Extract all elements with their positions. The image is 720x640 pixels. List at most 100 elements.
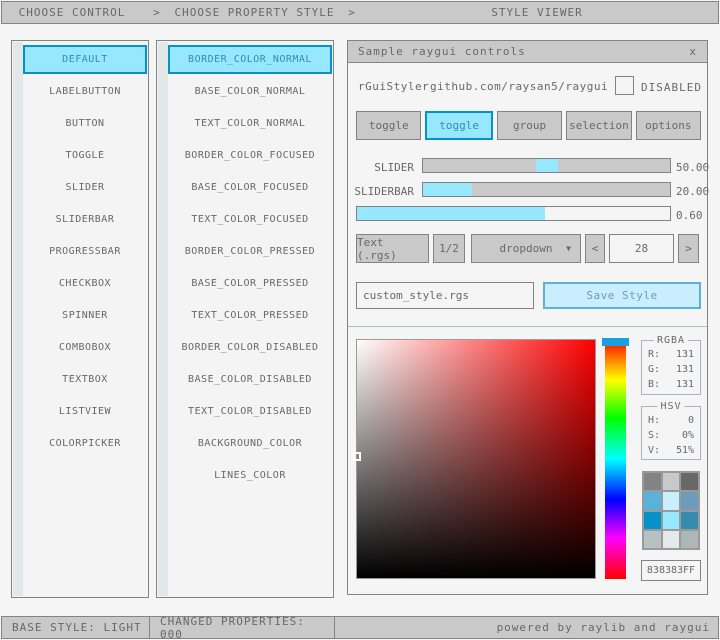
colorpicker-hue-bar[interactable]: [605, 339, 626, 579]
hsv-row-v: V: 51%: [642, 445, 700, 456]
disabled-checkbox[interactable]: [615, 76, 634, 95]
properties-list-item[interactable]: BACKGROUND_COLOR: [168, 429, 332, 458]
properties-list-item[interactable]: BORDER_COLOR_FOCUSED: [168, 141, 332, 170]
save-style-button[interactable]: Save Style: [543, 282, 701, 309]
b-label: B:: [648, 379, 660, 390]
sliderbar[interactable]: [422, 182, 671, 197]
breadcrumb-choose-property-style: CHOOSE PROPERTY STYLE: [172, 6, 337, 19]
toggle-group-item[interactable]: options: [636, 111, 701, 140]
controls-list-item[interactable]: TEXTBOX: [23, 365, 147, 394]
style-color-swatch[interactable]: [681, 512, 698, 529]
controls-list-item[interactable]: LISTVIEW: [23, 397, 147, 426]
properties-list-item[interactable]: TEXT_COLOR_PRESSED: [168, 301, 332, 330]
properties-list-item[interactable]: BASE_COLOR_PRESSED: [168, 269, 332, 298]
style-color-swatch[interactable]: [663, 512, 680, 529]
chevron-down-icon: ▼: [566, 245, 571, 253]
v-value: 51%: [676, 445, 694, 456]
toggle-group-item[interactable]: selection: [566, 111, 631, 140]
repo-link-button[interactable]: github.com/raysan5/raygui: [430, 80, 608, 93]
spinner-decrement-button[interactable]: <: [585, 234, 605, 263]
toggle-group-item[interactable]: group: [497, 111, 562, 140]
style-color-swatch[interactable]: [663, 492, 680, 509]
s-value: 0%: [682, 430, 694, 441]
style-palette-grid: [642, 471, 700, 550]
progressbar-fill: [357, 207, 545, 220]
text-rgs-button[interactable]: Text (.rgs): [356, 234, 429, 263]
properties-list-item[interactable]: TEXT_COLOR_DISABLED: [168, 397, 332, 426]
g-label: G:: [648, 364, 660, 375]
properties-list-item[interactable]: BORDER_COLOR_PRESSED: [168, 237, 332, 266]
chevron-right-icon: >: [142, 6, 172, 19]
hex-color-input[interactable]: 838383FF: [641, 560, 701, 581]
controls-list-item[interactable]: PROGRESSBAR: [23, 237, 147, 266]
dropdown-value: dropdown: [500, 242, 553, 255]
style-color-swatch[interactable]: [681, 531, 698, 548]
window-titlebar[interactable]: Sample raygui controls x: [348, 41, 707, 63]
controls-list-item[interactable]: DEFAULT: [23, 45, 147, 74]
colorpicker-cursor[interactable]: [353, 452, 361, 461]
properties-list-item[interactable]: BORDER_COLOR_NORMAL: [168, 45, 332, 74]
rgba-row-g: G: 131: [642, 364, 700, 375]
properties-list-item[interactable]: BORDER_COLOR_DISABLED: [168, 333, 332, 362]
rgba-row-b: B: 131: [642, 379, 700, 390]
colorpicker-saturation-value-square[interactable]: [356, 339, 596, 579]
style-color-swatch[interactable]: [644, 512, 661, 529]
properties-list-item[interactable]: BASE_COLOR_DISABLED: [168, 365, 332, 394]
b-value: 131: [676, 379, 694, 390]
hsv-groupbox: HSV H: 0 S: 0% V: 51%: [641, 406, 701, 460]
style-filename-input[interactable]: custom_style.rgs: [356, 282, 534, 309]
style-color-swatch[interactable]: [663, 531, 680, 548]
properties-list-item[interactable]: LINES_COLOR: [168, 461, 332, 490]
h-value: 0: [688, 415, 694, 426]
controls-list-item[interactable]: COLORPICKER: [23, 429, 147, 458]
style-color-swatch[interactable]: [644, 531, 661, 548]
hsv-title: HSV: [657, 401, 684, 412]
style-color-swatch[interactable]: [644, 492, 661, 509]
controls-list-item[interactable]: SLIDER: [23, 173, 147, 202]
chevron-right-icon: >: [337, 6, 367, 19]
g-value: 131: [676, 364, 694, 375]
close-icon[interactable]: x: [689, 45, 697, 58]
spinner-increment-button[interactable]: >: [678, 234, 699, 263]
controls-list: DEFAULT LABELBUTTON BUTTON TOGGLE SLIDER SLID…: [23, 45, 147, 461]
properties-list-scrollbar[interactable]: [158, 42, 168, 596]
controls-list-item[interactable]: LABELBUTTON: [23, 77, 147, 106]
slider[interactable]: [422, 158, 671, 173]
window-title: Sample raygui controls: [358, 45, 526, 58]
rgba-row-r: R: 131: [642, 349, 700, 360]
progressbar-value: 0.60: [676, 209, 703, 222]
controls-list-item[interactable]: BUTTON: [23, 109, 147, 138]
controls-list-item[interactable]: COMBOBOX: [23, 333, 147, 362]
spinner-value-box[interactable]: 28: [609, 234, 674, 263]
base-style-status: BASE STYLE: LIGHT: [2, 617, 150, 638]
powered-by-label: powered by raylib and raygui: [335, 617, 718, 638]
toggle-group-item[interactable]: toggle: [425, 111, 492, 140]
section-divider: [348, 326, 707, 327]
slider-handle[interactable]: [536, 159, 558, 172]
controls-list-item[interactable]: TOGGLE: [23, 141, 147, 170]
breadcrumb-style-viewer: STYLE VIEWER: [397, 6, 677, 19]
properties-list-item[interactable]: TEXT_COLOR_NORMAL: [168, 109, 332, 138]
properties-list-item[interactable]: TEXT_COLOR_FOCUSED: [168, 205, 332, 234]
properties-list-item[interactable]: BASE_COLOR_FOCUSED: [168, 173, 332, 202]
style-color-swatch[interactable]: [681, 473, 698, 490]
controls-list-item[interactable]: SLIDERBAR: [23, 205, 147, 234]
controls-list-item[interactable]: CHECKBOX: [23, 269, 147, 298]
sliderbar-label: SLIDERBAR: [348, 185, 414, 198]
style-color-swatch[interactable]: [663, 473, 680, 490]
brand-label: rGuiStyler: [358, 80, 429, 93]
toggle-group: toggletogglegroupselectionoptions: [356, 111, 701, 140]
style-color-swatch[interactable]: [644, 473, 661, 490]
controls-list-scrollbar[interactable]: [13, 42, 23, 596]
properties-list-item[interactable]: BASE_COLOR_NORMAL: [168, 77, 332, 106]
sliderbar-fill: [423, 183, 472, 196]
half-button[interactable]: 1/2: [433, 234, 465, 263]
controls-list-item[interactable]: SPINNER: [23, 301, 147, 330]
h-label: H:: [648, 415, 660, 426]
style-color-swatch[interactable]: [681, 492, 698, 509]
hue-slider-handle[interactable]: [602, 338, 629, 346]
toggle-group-item[interactable]: toggle: [356, 111, 421, 140]
dropdown-select[interactable]: dropdown ▼: [471, 234, 581, 263]
r-value: 131: [676, 349, 694, 360]
breadcrumb-choose-control: CHOOSE CONTROL: [2, 6, 142, 19]
